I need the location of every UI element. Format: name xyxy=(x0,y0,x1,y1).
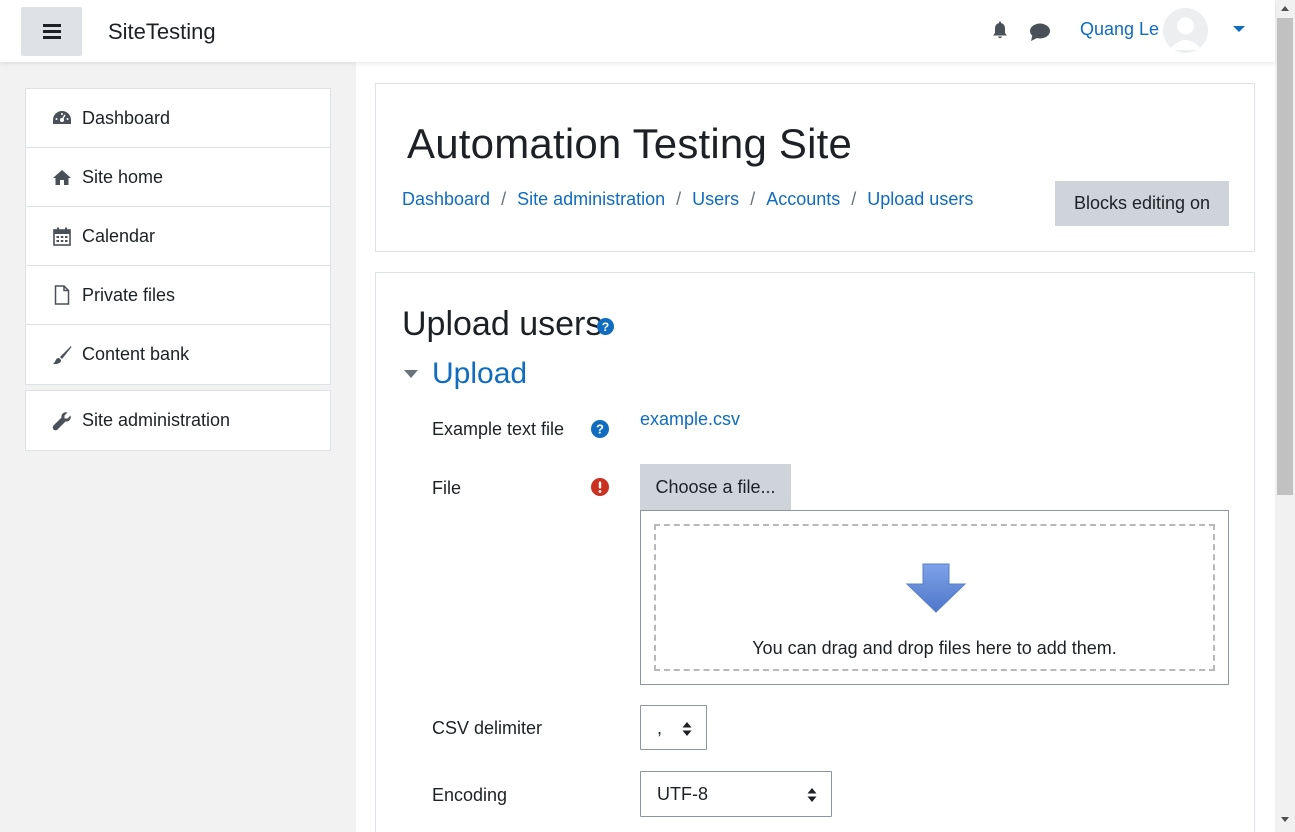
file-drop-zone[interactable]: You can drag and drop files here to add … xyxy=(640,510,1229,685)
select-value: UTF-8 xyxy=(657,784,708,804)
sidebar-item-site-administration[interactable]: Site administration xyxy=(26,391,330,450)
calendar-icon xyxy=(51,226,73,246)
bell-icon[interactable] xyxy=(990,21,1010,41)
sidebar-item-label: Site administration xyxy=(82,410,231,430)
breadcrumb-item[interactable]: Users xyxy=(692,189,739,210)
nav-group-main: Dashboard Site home Calendar Private fil… xyxy=(25,88,331,385)
home-icon xyxy=(51,167,73,187)
avatar[interactable] xyxy=(1163,8,1208,53)
sidebar-item-label: Private files xyxy=(82,284,176,305)
csv-delimiter-select[interactable]: , xyxy=(640,705,707,750)
encoding-select[interactable]: UTF-8 xyxy=(640,771,832,817)
svg-text:?: ? xyxy=(596,422,604,437)
breadcrumb-separator: / xyxy=(501,189,507,209)
user-name[interactable]: Quang Le xyxy=(1080,19,1159,40)
select-arrows-icon xyxy=(682,722,692,736)
file-label: File xyxy=(432,478,462,498)
sidebar-item-label: Dashboard xyxy=(82,107,171,128)
drop-area[interactable]: You can drag and drop files here to add … xyxy=(654,524,1215,671)
csv-delimiter-label: CSV delimiter xyxy=(432,718,543,738)
dashboard-icon xyxy=(51,108,73,128)
breadcrumb-item[interactable]: Upload users xyxy=(867,189,973,210)
sidebar-item-calendar[interactable]: Calendar xyxy=(26,207,330,266)
site-name[interactable]: SiteTesting xyxy=(108,19,216,45)
required-icon xyxy=(591,478,609,496)
sidebar-item-label: Calendar xyxy=(82,225,156,246)
caret-down-icon[interactable] xyxy=(1233,26,1245,32)
main-region: Automation Testing Site Dashboard / Site… xyxy=(356,62,1275,832)
help-icon[interactable]: ? xyxy=(597,318,614,335)
scroll-up-arrow-icon[interactable] xyxy=(1281,6,1289,11)
sidebar-item-dashboard[interactable]: Dashboard xyxy=(26,89,330,148)
breadcrumb: Dashboard / Site administration / Users … xyxy=(402,189,973,210)
choose-file-button[interactable]: Choose a file... xyxy=(640,464,791,511)
drop-instructions: You can drag and drop files here to add … xyxy=(752,638,1117,658)
breadcrumb-separator: / xyxy=(851,189,857,209)
scroll-down-arrow-icon[interactable] xyxy=(1281,817,1289,822)
encoding-label: Encoding xyxy=(432,785,508,805)
file-icon xyxy=(51,285,73,305)
breadcrumb-item[interactable]: Dashboard xyxy=(402,189,490,210)
user-silhouette-icon xyxy=(1163,8,1208,53)
sidebar-item-label: Site home xyxy=(82,166,164,187)
blocks-editing-button[interactable]: Blocks editing on xyxy=(1055,181,1229,226)
page-heading: Upload users xyxy=(402,305,603,343)
page-scrollbar[interactable] xyxy=(1275,0,1295,832)
breadcrumb-item[interactable]: Accounts xyxy=(766,189,840,210)
select-value: , xyxy=(657,718,663,738)
sidebar-item-label: Content bank xyxy=(82,344,190,364)
nav-group-admin: Site administration xyxy=(25,390,331,451)
paintbrush-icon xyxy=(51,345,73,365)
chat-icon[interactable] xyxy=(1029,22,1051,42)
section-title-upload[interactable]: Upload xyxy=(432,357,527,391)
sidebar-item-private-files[interactable]: Private files xyxy=(26,266,330,325)
breadcrumb-separator: / xyxy=(676,189,682,209)
wrench-icon xyxy=(51,411,73,431)
sidebar-item-content-bank[interactable]: Content bank xyxy=(26,325,330,384)
nav-drawer: Dashboard Site home Calendar Private fil… xyxy=(0,62,356,832)
top-navbar: SiteTesting Quang Le xyxy=(0,0,1275,62)
breadcrumb-item[interactable]: Site administration xyxy=(517,189,665,210)
scroll-thumb[interactable] xyxy=(1277,18,1293,495)
example-csv-link[interactable]: example.csv xyxy=(640,409,740,430)
svg-text:?: ? xyxy=(602,320,610,334)
example-file-label: Example text file xyxy=(432,419,565,439)
content-card: Upload users ? Upload Example text file … xyxy=(375,272,1255,832)
hamburger-icon xyxy=(42,24,61,39)
help-icon[interactable]: ? xyxy=(591,420,609,438)
select-arrows-icon xyxy=(807,788,817,802)
breadcrumb-separator: / xyxy=(750,189,756,209)
download-arrow-icon xyxy=(905,563,967,613)
sidebar-item-site-home[interactable]: Site home xyxy=(26,148,330,207)
page-header: Automation Testing Site Dashboard / Site… xyxy=(375,83,1255,252)
drawer-toggle-button[interactable] xyxy=(21,7,82,56)
page-title: Automation Testing Site xyxy=(407,120,853,167)
collapse-caret-icon[interactable] xyxy=(404,370,418,378)
